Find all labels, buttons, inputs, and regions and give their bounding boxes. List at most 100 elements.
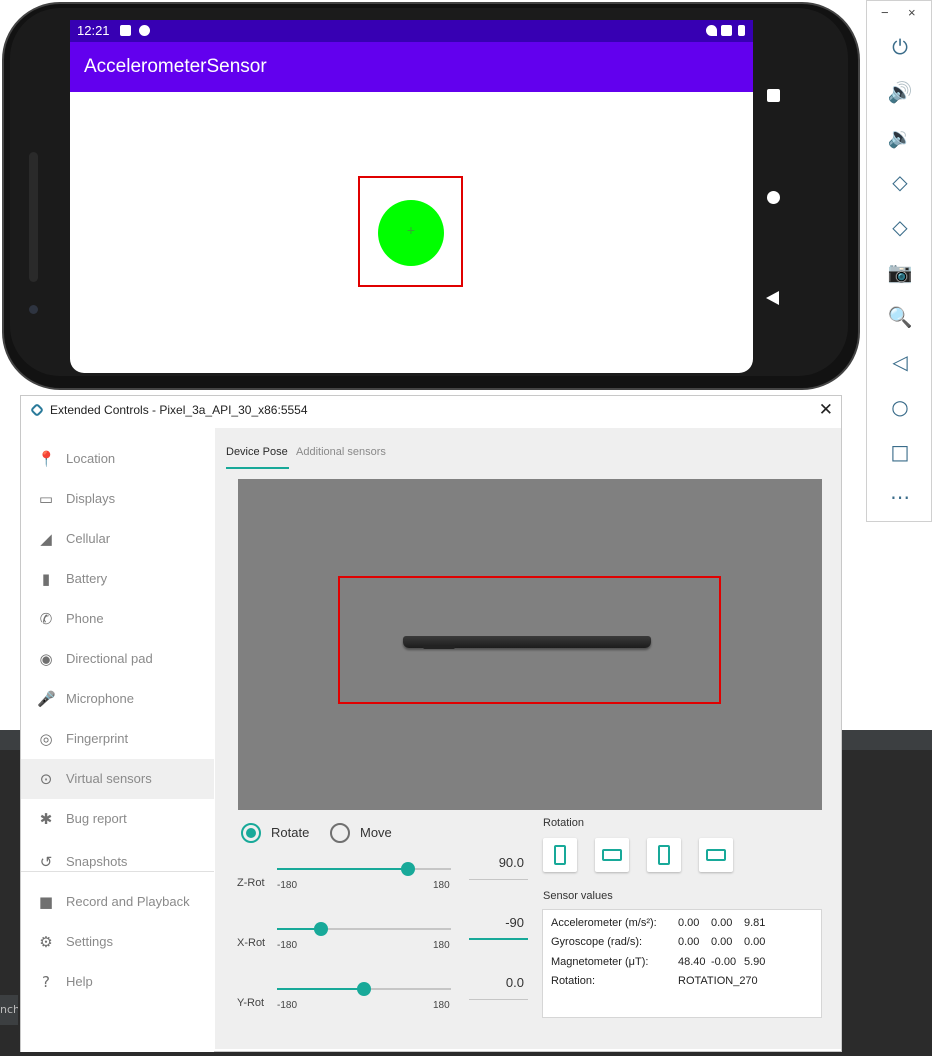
- sidebar-item-label: Snapshots: [66, 854, 128, 869]
- sidebar-item-microphone[interactable]: 🎤 Microphone: [21, 679, 214, 719]
- home-icon[interactable]: ○: [886, 393, 914, 421]
- signal-icon: [721, 25, 732, 36]
- sidebar-item-label: Bug report: [66, 811, 127, 826]
- y-rot-input[interactable]: 0.0: [469, 972, 528, 1000]
- rotate-portrait-button[interactable]: [543, 838, 577, 872]
- camera-icon[interactable]: 📷: [886, 258, 914, 286]
- rotate-landscape-button[interactable]: [595, 838, 629, 872]
- sensors-icon: ⊙: [39, 770, 53, 788]
- sidebar: 📍 Location ▭ Displays ◢ Cellular ▮ Batte…: [21, 428, 214, 1052]
- rotation-title: Rotation: [543, 817, 584, 829]
- rotate-reverse-landscape-button[interactable]: [699, 838, 733, 872]
- sidebar-item-battery[interactable]: ▮ Battery: [21, 559, 214, 599]
- sidebar-item-settings[interactable]: ⚙ Settings: [21, 922, 214, 962]
- x-rot-thumb[interactable]: [313, 922, 328, 936]
- window-title: Extended Controls - Pixel_3a_API_30_x86:…: [50, 403, 308, 417]
- notification-icon: [120, 25, 131, 36]
- close-icon[interactable]: ✕: [819, 400, 833, 420]
- volume-up-icon[interactable]: 🔊: [886, 78, 914, 106]
- sidebar-item-label: Battery: [66, 571, 108, 586]
- sidebar-item-displays[interactable]: ▭ Displays: [21, 479, 214, 519]
- magnetometer-y: -0.00: [711, 956, 737, 968]
- tab-device-pose[interactable]: Device Pose: [226, 446, 288, 458]
- sidebar-item-record-and-playback[interactable]: ■ Record and Playback: [21, 882, 214, 922]
- sidebar-item-directional-pad[interactable]: ◉ Directional pad: [21, 639, 214, 679]
- sidebar-item-label: Settings: [66, 934, 113, 949]
- minimize-button[interactable]: −: [881, 5, 889, 20]
- sidebar-item-label: Help: [66, 974, 93, 989]
- sidebar-item-help[interactable]: ? Help: [21, 962, 214, 1002]
- close-button[interactable]: ×: [908, 5, 916, 20]
- x-rot-label: X-Rot: [237, 937, 266, 949]
- device-model: [403, 636, 651, 649]
- gyroscope-z: 0.00: [744, 936, 766, 948]
- gyroscope-label: Gyroscope (rad/s):: [551, 936, 643, 948]
- z-rot-input[interactable]: 90.0: [469, 852, 528, 880]
- wifi-icon: [706, 25, 717, 36]
- sidebar-item-virtual-sensors[interactable]: ⊙ Virtual sensors: [21, 759, 214, 799]
- overview-icon[interactable]: [767, 89, 780, 102]
- more-icon[interactable]: ⋯: [886, 483, 914, 511]
- sidebar-item-snapshots[interactable]: ↺ Snapshots: [21, 842, 214, 882]
- gyroscope-y: 0.00: [711, 936, 733, 948]
- virtual-sensors-panel: Device Pose Additional sensors Rotate Mo…: [215, 428, 841, 1049]
- status-time: 12:21: [77, 23, 110, 38]
- phone-icon: ✆: [39, 610, 53, 628]
- sidebar-item-label: Directional pad: [66, 651, 153, 666]
- magnetometer-x: 48.40: [678, 956, 706, 968]
- x-rot-min: -180: [277, 940, 298, 951]
- sidebar-item-label: Virtual sensors: [66, 771, 152, 786]
- reverse-portrait-icon: [658, 845, 670, 865]
- help-icon: ?: [42, 973, 50, 991]
- video-icon: ■: [38, 893, 54, 911]
- sidebar-item-location[interactable]: 📍 Location: [21, 439, 214, 479]
- emulator-toolbar: − × ⏻ 🔊 🔉 ◇ ◇ 📷 🔍 ◁ ○ □ ⋯: [866, 0, 932, 522]
- accelerometer-label: Accelerometer (m/s²):: [551, 917, 657, 929]
- sidebar-item-label: Fingerprint: [66, 731, 129, 746]
- x-rot-slider[interactable]: [277, 922, 451, 936]
- sidebar-item-label: Location: [66, 451, 116, 466]
- ide-tab[interactable]: nch: [0, 995, 18, 1025]
- rotate-left-icon[interactable]: ◇: [886, 168, 914, 196]
- z-rot-slider[interactable]: [277, 862, 451, 876]
- rotate-reverse-portrait-button[interactable]: [647, 838, 681, 872]
- sidebar-item-fingerprint[interactable]: ◎ Fingerprint: [21, 719, 214, 759]
- history-icon: ↺: [39, 853, 53, 871]
- sidebar-item-cellular[interactable]: ◢ Cellular: [21, 519, 214, 559]
- phone-screen[interactable]: 12:21 AccelerometerSensor +: [70, 20, 753, 373]
- y-rot-value: 0.0: [505, 975, 524, 990]
- back-icon[interactable]: [766, 291, 779, 305]
- tab-additional-sensors[interactable]: Additional sensors: [296, 446, 386, 458]
- reverse-landscape-icon: [706, 849, 726, 861]
- accelerometer-x: 0.00: [678, 917, 700, 929]
- status-bar: 12:21: [70, 20, 753, 42]
- landscape-icon: [602, 849, 622, 861]
- overview-icon[interactable]: □: [886, 438, 914, 466]
- phone-speaker: [29, 152, 38, 282]
- x-rot-input[interactable]: -90: [469, 912, 528, 940]
- app-logo-icon: [29, 402, 45, 418]
- x-rot-value: -90: [505, 915, 524, 930]
- rotate-right-icon[interactable]: ◇: [886, 213, 914, 241]
- sidebar-item-phone[interactable]: ✆ Phone: [21, 599, 214, 639]
- volume-down-icon[interactable]: 🔉: [886, 123, 914, 151]
- accelerometer-z: 9.81: [744, 917, 766, 929]
- y-rot-thumb[interactable]: [357, 982, 371, 996]
- battery-icon: [738, 25, 745, 36]
- device-pose-viewport[interactable]: [238, 479, 822, 810]
- zoom-icon[interactable]: 🔍: [886, 303, 914, 331]
- sidebar-item-bug-report[interactable]: ✱ Bug report: [21, 799, 214, 839]
- y-rot-label: Y-Rot: [237, 997, 265, 1009]
- extended-controls-window: Extended Controls - Pixel_3a_API_30_x86:…: [20, 395, 842, 1052]
- sidebar-item-label: Microphone: [66, 691, 134, 706]
- fingerprint-icon: ◎: [39, 730, 53, 748]
- z-rot-min: -180: [277, 880, 298, 891]
- display-icon: ▭: [38, 490, 54, 508]
- y-rot-slider[interactable]: [277, 982, 451, 996]
- power-icon[interactable]: ⏻: [886, 33, 914, 61]
- z-rot-thumb[interactable]: [400, 862, 415, 876]
- home-icon[interactable]: [767, 191, 780, 204]
- sensor-values-box: Accelerometer (m/s²): 0.00 0.00 9.81 Gyr…: [542, 909, 822, 1018]
- back-icon[interactable]: ◁: [886, 348, 914, 376]
- crosshair-icon: +: [406, 222, 416, 238]
